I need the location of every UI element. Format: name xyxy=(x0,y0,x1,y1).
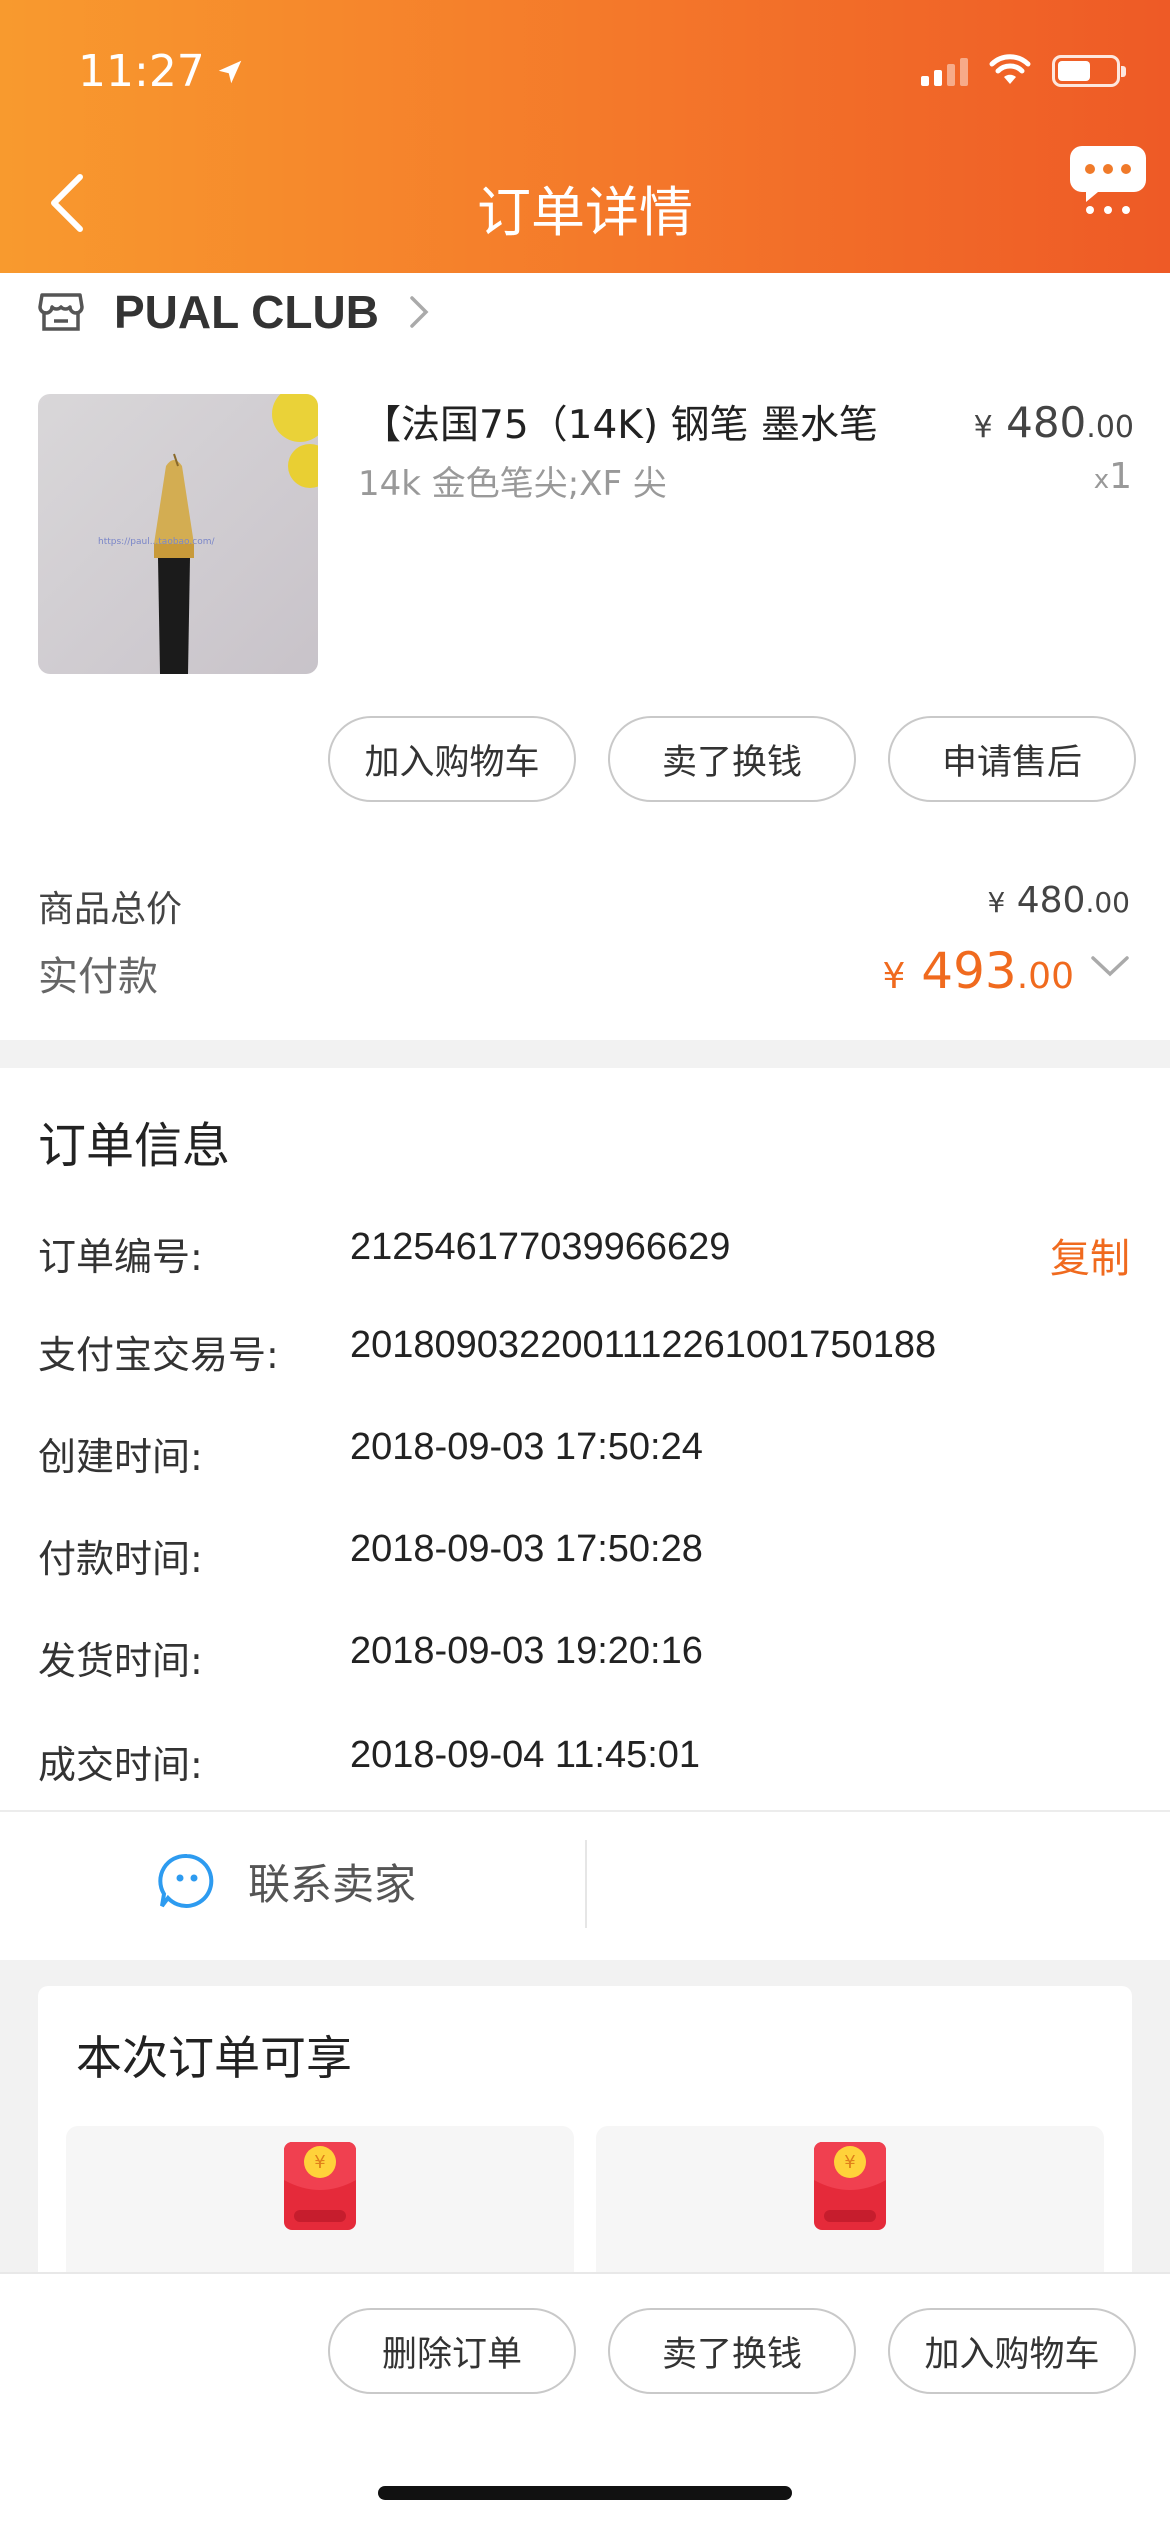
paid-symbol: ¥ xyxy=(882,956,906,997)
add-to-cart-bottom-button[interactable]: 加入购物车 xyxy=(888,2308,1136,2394)
order-info-title: 订单信息 xyxy=(38,1118,231,1174)
shop-name: PUAL CLUB xyxy=(114,286,379,338)
product-price: ¥ 480.00 xyxy=(974,398,1134,447)
shop-row[interactable]: PUAL CLUB xyxy=(38,282,429,342)
expand-price-button[interactable] xyxy=(1090,954,1130,982)
price-integer: 480 xyxy=(1006,398,1087,447)
red-packet-icon: ¥ xyxy=(814,2142,886,2230)
completed-time-value: 2018-09-04 11:45:01 xyxy=(350,1734,701,1776)
contact-seller-label: 联系卖家 xyxy=(248,1859,417,1909)
delete-order-button[interactable]: 删除订单 xyxy=(328,2308,576,2394)
apply-after-sales-button[interactable]: 申请售后 xyxy=(888,716,1136,802)
goods-total-integer: 480 xyxy=(1016,880,1086,921)
paid-time-label: 付款时间: xyxy=(38,1537,203,1581)
wifi-icon xyxy=(989,54,1031,84)
status-icons xyxy=(921,54,1126,88)
benefits-title: 本次订单可享 xyxy=(76,2031,352,2085)
chevron-right-icon xyxy=(410,296,429,328)
paid-value: ¥ 493.00 xyxy=(882,942,1074,1000)
status-bar-time: 11:27 xyxy=(78,46,245,97)
goods-total-decimal: .00 xyxy=(1085,886,1130,919)
product-title[interactable]: 【法国75（14K) 钢笔 墨水笔 xyxy=(362,394,878,450)
benefit-coupon[interactable]: ¥ xyxy=(596,2126,1104,2286)
completed-time-label: 成交时间: xyxy=(38,1743,203,1787)
product-quantity: x1 xyxy=(1094,456,1132,497)
contact-seller-button[interactable]: 联系卖家 xyxy=(156,1850,416,1912)
product-thumbnail[interactable]: https://paul...taobao.com/ xyxy=(38,394,318,674)
price-symbol: ¥ xyxy=(973,410,993,445)
quantity-prefix: x xyxy=(1093,465,1110,495)
sell-for-cash-button[interactable]: 卖了换钱 xyxy=(608,716,856,802)
sell-for-cash-bottom-button[interactable]: 卖了换钱 xyxy=(608,2308,856,2394)
red-packet-icon: ¥ xyxy=(284,2142,356,2230)
created-time-value: 2018-09-03 17:50:24 xyxy=(350,1426,703,1468)
page-title: 订单详情 xyxy=(477,181,693,244)
product-spec: 14k 金色笔尖;XF 尖 xyxy=(358,464,667,504)
paid-decimal: .00 xyxy=(1016,956,1074,997)
product-image: https://paul...taobao.com/ xyxy=(98,394,318,674)
chat-smile-icon xyxy=(158,1853,214,1908)
created-time-label: 创建时间: xyxy=(38,1435,203,1479)
shipped-time-label: 发货时间: xyxy=(38,1639,203,1683)
copy-order-number-button[interactable]: 复制 xyxy=(1050,1226,1130,1284)
svg-text:https://paul...taobao.com/: https://paul...taobao.com/ xyxy=(98,537,215,547)
battery-icon xyxy=(1052,55,1126,87)
svg-text:¥: ¥ xyxy=(844,2152,855,2173)
paid-label: 实付款 xyxy=(38,954,158,1000)
chevron-down-icon xyxy=(1091,956,1129,977)
goods-total-label: 商品总价 xyxy=(38,889,183,930)
alipay-trade-label: 支付宝交易号: xyxy=(38,1333,279,1377)
paid-integer: 493 xyxy=(921,942,1017,1000)
home-indicator[interactable] xyxy=(378,2486,792,2500)
nav-header: 11:27 订单详情 xyxy=(0,0,1170,273)
section-gap xyxy=(0,1040,1170,1068)
benefits-card: 本次订单可享 ¥ ¥ xyxy=(38,1986,1132,2286)
divider xyxy=(0,1810,1170,1812)
goods-total-symbol: ¥ xyxy=(987,886,1006,919)
store-icon xyxy=(38,293,84,331)
chat-more-icon xyxy=(1070,146,1146,214)
price-decimal: .00 xyxy=(1086,410,1134,445)
benefit-coupon[interactable]: ¥ xyxy=(66,2126,574,2286)
quantity-value: 1 xyxy=(1109,456,1132,497)
order-number-label: 订单编号: xyxy=(38,1235,203,1279)
chat-more-button[interactable] xyxy=(1068,138,1148,218)
shipped-time-value: 2018-09-03 19:20:16 xyxy=(350,1630,703,1672)
vertical-divider xyxy=(585,1840,587,1928)
add-to-cart-button[interactable]: 加入购物车 xyxy=(328,716,576,802)
goods-total-value: ¥ 480.00 xyxy=(987,880,1130,921)
order-number-value: 212546177039966629 xyxy=(350,1226,731,1268)
location-arrow-icon xyxy=(218,60,242,83)
status-time-text: 11:27 xyxy=(78,46,205,97)
signal-icon xyxy=(921,56,968,86)
svg-text:¥: ¥ xyxy=(314,2152,325,2173)
paid-time-value: 2018-09-03 17:50:28 xyxy=(350,1528,703,1570)
alipay-trade-value: 2018090322001112261001750188 xyxy=(350,1324,937,1366)
